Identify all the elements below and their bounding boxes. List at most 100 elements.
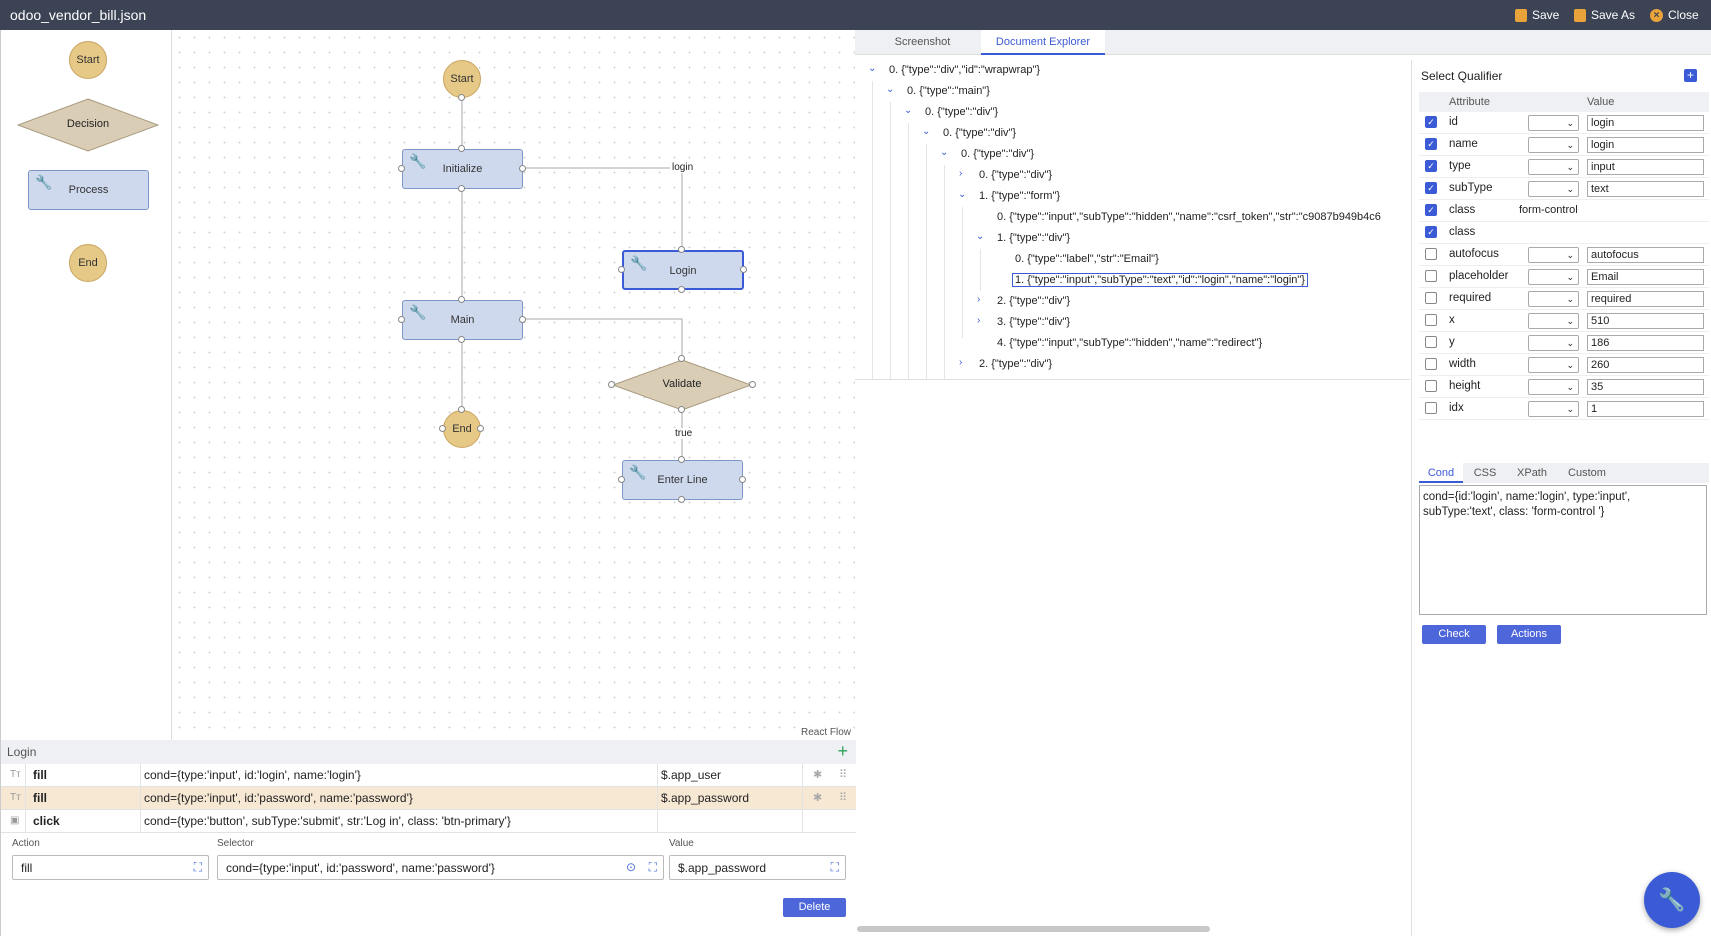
operator-dropdown[interactable]: ⌄ <box>1528 335 1579 351</box>
qualifier-row[interactable]: idx ⌄ 1 <box>1419 398 1709 420</box>
qualifier-value-input[interactable]: input <box>1587 159 1704 175</box>
qualifier-value-input[interactable]: autofocus <box>1587 247 1704 263</box>
delete-button[interactable]: Delete <box>783 898 846 917</box>
chevron-right-icon[interactable]: › <box>959 357 962 368</box>
checkbox[interactable] <box>1425 248 1437 260</box>
node-handle[interactable] <box>678 456 685 463</box>
bug-icon[interactable]: ✱ <box>813 791 822 804</box>
cond-textarea[interactable]: cond={id:'login', name:'login', type:'in… <box>1419 485 1707 615</box>
action-field[interactable]: fill ⛶ <box>12 855 209 880</box>
node-handle[interactable] <box>678 406 685 413</box>
qualifier-value-input[interactable]: 260 <box>1587 357 1704 373</box>
operator-dropdown[interactable]: ⌄ <box>1528 291 1579 307</box>
check-circle-icon[interactable]: ⊙ <box>626 860 636 874</box>
save-as-button[interactable]: Save As <box>1574 8 1635 22</box>
selector-field[interactable]: cond={type:'input', id:'password', name:… <box>217 855 664 880</box>
step-row[interactable]: ▣ click cond={type:'button', subType:'su… <box>1 810 856 833</box>
flow-main-node[interactable]: 🔧 Main <box>402 300 523 340</box>
qualifier-row[interactable]: autofocus ⌄ autofocus <box>1419 244 1709 266</box>
add-qualifier-icon[interactable]: + <box>1684 69 1697 82</box>
qualifier-row[interactable]: ✓ class <box>1419 222 1709 244</box>
node-handle[interactable] <box>618 266 625 273</box>
horizontal-scrollbar[interactable] <box>857 926 1210 932</box>
qualifier-value-input[interactable]: text <box>1587 181 1704 197</box>
node-handle[interactable] <box>678 246 685 253</box>
checkbox[interactable]: ✓ <box>1425 160 1437 172</box>
qualifier-value-input[interactable]: login <box>1587 115 1704 131</box>
node-handle[interactable] <box>519 316 526 323</box>
tab-xpath[interactable]: XPath <box>1507 463 1557 483</box>
save-button[interactable]: Save <box>1515 8 1559 22</box>
node-handle[interactable] <box>398 316 405 323</box>
node-handle[interactable] <box>458 145 465 152</box>
chevron-down-icon[interactable]: ⌄ <box>940 147 948 158</box>
checkbox[interactable] <box>1425 380 1437 392</box>
qualifier-row[interactable]: ✓ subType ⌄ text <box>1419 178 1709 200</box>
operator-dropdown[interactable]: ⌄ <box>1528 137 1579 153</box>
operator-dropdown[interactable]: ⌄ <box>1528 401 1579 417</box>
operator-dropdown[interactable]: ⌄ <box>1528 247 1579 263</box>
chevron-down-icon[interactable]: ⌄ <box>904 105 912 116</box>
checkbox[interactable] <box>1425 270 1437 282</box>
chevron-right-icon[interactable]: › <box>977 294 980 305</box>
node-handle[interactable] <box>458 185 465 192</box>
checkbox[interactable]: ✓ <box>1425 204 1437 216</box>
step-row[interactable]: Tт fill cond={type:'input', id:'password… <box>1 787 856 810</box>
qualifier-value-input[interactable]: required <box>1587 291 1704 307</box>
flow-canvas[interactable]: Start 🔧 Initialize login 🔧 Login 🔧 Main … <box>172 30 855 740</box>
node-handle[interactable] <box>678 496 685 503</box>
chevron-down-icon[interactable]: ⌄ <box>922 126 930 137</box>
node-handle[interactable] <box>398 165 405 172</box>
node-handle[interactable] <box>458 94 465 101</box>
node-handle[interactable] <box>439 425 446 432</box>
node-handle[interactable] <box>749 381 756 388</box>
checkbox[interactable] <box>1425 358 1437 370</box>
operator-dropdown[interactable]: ⌄ <box>1528 313 1579 329</box>
node-handle[interactable] <box>458 336 465 343</box>
value-field[interactable]: $.app_password ⛶ <box>669 855 846 880</box>
qualifier-row[interactable]: ✓ class form-control <box>1419 200 1709 222</box>
tab-cond[interactable]: Cond <box>1419 463 1463 483</box>
expand-icon[interactable]: ⛶ <box>649 860 657 875</box>
palette-end-node[interactable]: End <box>69 244 107 282</box>
node-handle[interactable] <box>678 286 685 293</box>
tab-css[interactable]: CSS <box>1465 463 1505 483</box>
qualifier-row[interactable]: ✓ id ⌄ login <box>1419 112 1709 134</box>
chevron-down-icon[interactable]: ⌄ <box>976 231 984 242</box>
qualifier-value-input[interactable]: 186 <box>1587 335 1704 351</box>
close-button[interactable]: × Close <box>1650 8 1699 22</box>
chevron-right-icon[interactable]: › <box>977 315 980 326</box>
node-handle[interactable] <box>519 165 526 172</box>
node-handle[interactable] <box>477 425 484 432</box>
tab-document-explorer[interactable]: Document Explorer <box>981 30 1105 55</box>
tab-custom[interactable]: Custom <box>1559 463 1615 483</box>
palette-process-node[interactable]: 🔧 Process <box>28 170 149 210</box>
qualifier-row[interactable]: y ⌄ 186 <box>1419 332 1709 354</box>
checkbox[interactable] <box>1425 402 1437 414</box>
checkbox[interactable]: ✓ <box>1425 182 1437 194</box>
tab-screenshot[interactable]: Screenshot <box>869 30 976 55</box>
operator-dropdown[interactable]: ⌄ <box>1528 379 1579 395</box>
flow-initialize-node[interactable]: 🔧 Initialize <box>402 149 523 189</box>
bug-icon[interactable]: ✱ <box>813 768 822 781</box>
chevron-down-icon[interactable]: ⌄ <box>868 63 876 74</box>
qualifier-row[interactable]: ✓ name ⌄ login <box>1419 134 1709 156</box>
checkbox[interactable]: ✓ <box>1425 138 1437 150</box>
operator-dropdown[interactable]: ⌄ <box>1528 181 1579 197</box>
step-row[interactable]: Tт fill cond={type:'input', id:'login', … <box>1 764 856 787</box>
expand-icon[interactable]: ⛶ <box>194 860 202 875</box>
flow-end-node[interactable]: End <box>443 410 481 448</box>
qualifier-row[interactable]: placeholder ⌄ Email <box>1419 266 1709 288</box>
node-handle[interactable] <box>740 266 747 273</box>
checkbox[interactable] <box>1425 314 1437 326</box>
flow-enter-line-node[interactable]: 🔧 Enter Line <box>622 460 743 500</box>
actions-button[interactable]: Actions <box>1497 625 1561 644</box>
qualifier-value-input[interactable]: 1 <box>1587 401 1704 417</box>
node-handle[interactable] <box>458 296 465 303</box>
drag-handle-icon[interactable]: ⠿ <box>839 791 847 804</box>
add-step-icon[interactable]: + <box>837 741 848 762</box>
qualifier-row[interactable]: width ⌄ 260 <box>1419 354 1709 376</box>
flow-login-node[interactable]: 🔧 Login <box>622 250 744 290</box>
checkbox[interactable]: ✓ <box>1425 116 1437 128</box>
operator-dropdown[interactable]: ⌄ <box>1528 269 1579 285</box>
